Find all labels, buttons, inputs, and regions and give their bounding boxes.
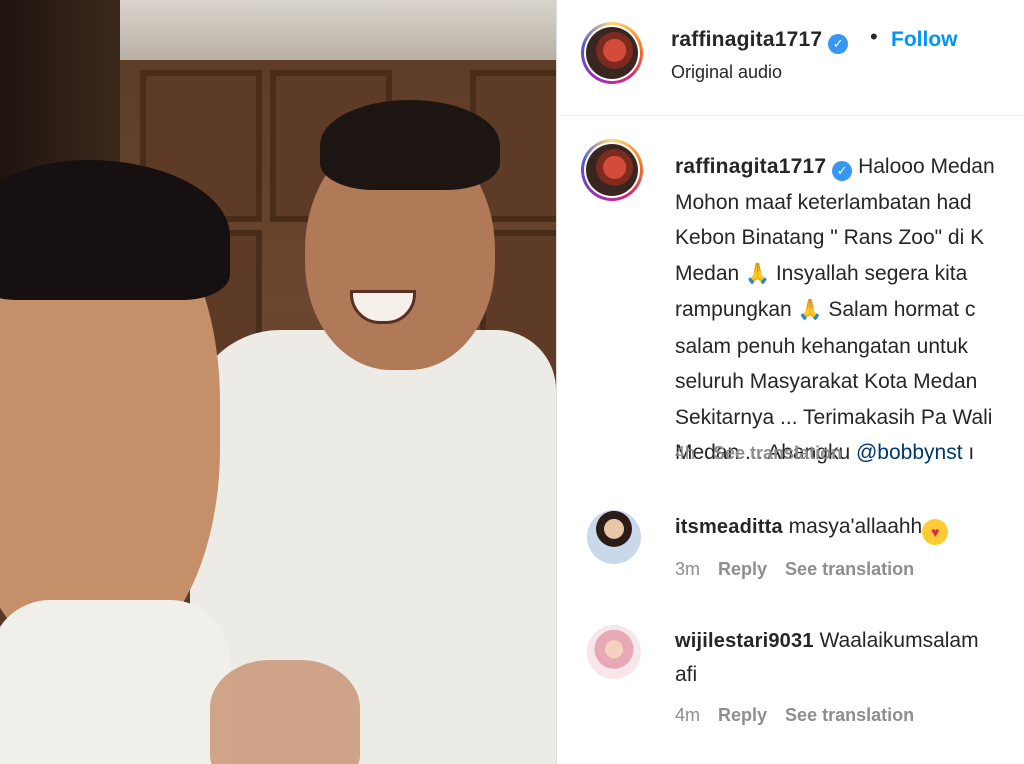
caption-line: Halooo Medan	[858, 155, 995, 178]
caption-line: salam penuh kehangatan untuk	[675, 334, 969, 358]
original-audio-link[interactable]: Original audio	[671, 62, 782, 83]
caption-line: Mohon maaf keterlambatan had	[675, 190, 972, 214]
author-avatar[interactable]	[581, 22, 643, 84]
caption-line: rampungkan	[675, 298, 792, 321]
reply-button[interactable]: Reply	[718, 559, 767, 579]
author-username-text: raffinagita1717	[671, 28, 823, 51]
reply-button[interactable]: Reply	[718, 705, 767, 725]
pray-emoji-icon: 🙏	[745, 262, 770, 285]
caption-timestamp[interactable]: 4h	[675, 443, 695, 463]
caption-line: Sekitarnya ... Terimakasih Pa Wali	[675, 405, 993, 429]
author-username[interactable]: raffinagita1717 ✓	[671, 28, 849, 54]
caption-username-text: raffinagita1717	[675, 155, 827, 178]
waving-hand	[210, 660, 360, 764]
caption-author-avatar-image	[586, 144, 638, 196]
comment-timestamp[interactable]: 4m	[675, 705, 700, 725]
heart-eyes-emoji-icon: ♥	[922, 519, 949, 545]
comment-body: masya'allaahh	[788, 515, 923, 538]
comment-body: Waalaikumsalam	[819, 629, 979, 652]
comment-text: itsmeaditta masya'allaahh ♥	[675, 510, 949, 545]
post-video[interactable]	[0, 0, 556, 764]
comment-meta: 3m Reply See translation	[675, 559, 914, 580]
caption-meta: 4h See translation	[675, 443, 842, 464]
caption-line: Kebon Binatang " Rans Zoo" di K	[675, 226, 985, 249]
caption-line: ı	[968, 441, 975, 464]
caption-line: Salam hormat c	[828, 298, 976, 321]
post-side-panel: raffinagita1717 ✓ • Follow Original audio…	[556, 0, 1024, 764]
commenter-avatar[interactable]	[587, 625, 641, 679]
caption-author-avatar[interactable]	[581, 139, 643, 201]
see-translation-button[interactable]: See translation	[785, 705, 914, 725]
mention-link[interactable]: @bobbynst	[856, 441, 963, 464]
pray-emoji-icon: 🙏	[797, 299, 823, 321]
caption-username[interactable]: raffinagita1717 ✓	[675, 155, 853, 181]
caption-text: raffinagita1717 ✓ Halooo Medan Mohon maaf…	[675, 149, 1024, 471]
commenter-avatar[interactable]	[587, 510, 641, 564]
verified-badge-icon: ✓	[832, 161, 853, 181]
see-translation-button[interactable]: See translation	[713, 443, 842, 463]
comment-meta: 4m Reply See translation	[675, 705, 914, 726]
see-translation-button[interactable]: See translation	[785, 559, 914, 579]
comment-body-line2: afi	[675, 663, 698, 686]
person-back-hair	[320, 100, 500, 190]
verified-badge-icon: ✓	[828, 34, 849, 54]
commenter-username[interactable]: itsmeaditta	[675, 516, 783, 538]
caption-line: Insyallah segera kita	[775, 261, 968, 285]
comment-text: wijilestari9031 Waalaikumsalam afi	[675, 624, 979, 692]
comment-timestamp[interactable]: 3m	[675, 559, 700, 579]
follow-button[interactable]: Follow	[891, 28, 958, 52]
caption-line: Medan	[675, 261, 740, 285]
commenter-username[interactable]: wijilestari9031	[675, 630, 814, 652]
separator-dot: •	[870, 24, 878, 49]
white-shirt-person-front	[0, 600, 230, 764]
author-avatar-image	[586, 27, 638, 79]
caption-line: seluruh Masyarakat Kota Medan	[675, 370, 978, 393]
post-header: raffinagita1717 ✓ • Follow Original audio	[557, 0, 1024, 116]
